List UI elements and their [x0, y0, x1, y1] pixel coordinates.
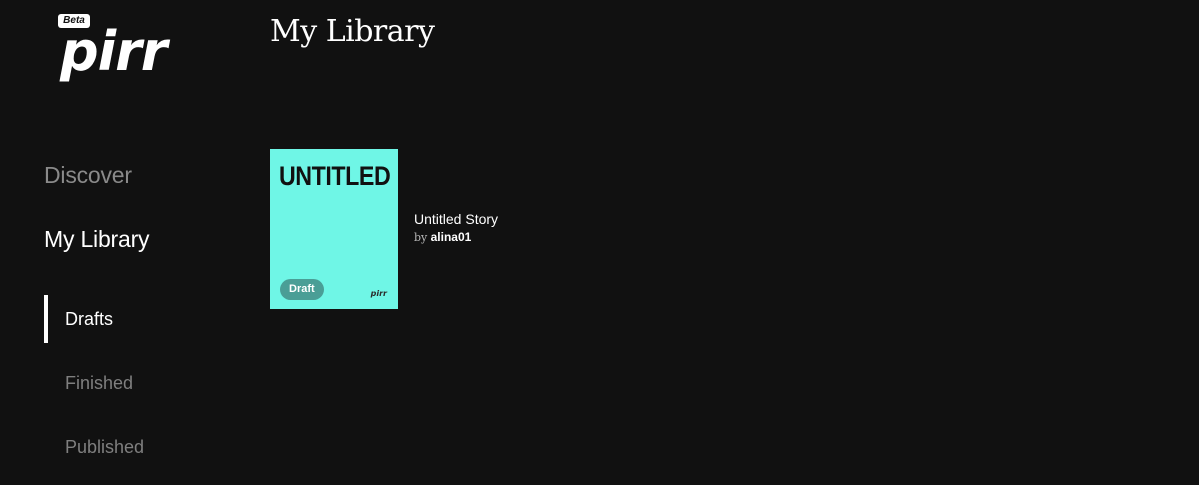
byline-prefix: by [414, 231, 428, 244]
nav-discover[interactable]: Discover [44, 162, 132, 189]
subnav-finished-label: Finished [65, 373, 134, 393]
page-title: My Library [270, 14, 435, 49]
story-meta: Untitled Story by alina01 [414, 210, 498, 246]
logo-wordmark: pirr [60, 20, 167, 83]
subnav-published[interactable]: Published [44, 423, 214, 471]
cover-logo-mark: pirr [370, 289, 387, 298]
cover-title: UNTITLED [278, 161, 391, 191]
subnav-finished[interactable]: Finished [44, 359, 214, 407]
story-author[interactable]: alina01 [431, 230, 472, 244]
subnav-drafts[interactable]: Drafts [44, 295, 214, 343]
pirr-logo[interactable]: Beta pirr [58, 12, 178, 92]
story-title[interactable]: Untitled Story [414, 210, 498, 228]
subnav-published-label: Published [65, 437, 145, 457]
nav-my-library[interactable]: My Library [44, 226, 150, 253]
story-cover[interactable]: UNTITLED Draft pirr [270, 149, 398, 309]
story-byline: by alina01 [414, 229, 498, 246]
draft-badge: Draft [280, 279, 324, 300]
active-indicator [44, 295, 48, 343]
story-card[interactable]: UNTITLED Draft pirr Untitled Story by al… [270, 149, 610, 309]
subnav-drafts-label: Drafts [65, 309, 114, 329]
